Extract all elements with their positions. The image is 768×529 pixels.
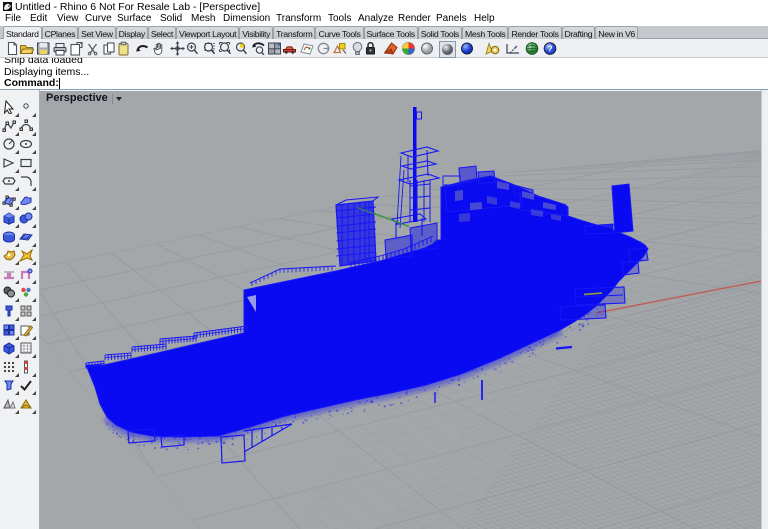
svg-text:?: ? — [547, 44, 552, 54]
